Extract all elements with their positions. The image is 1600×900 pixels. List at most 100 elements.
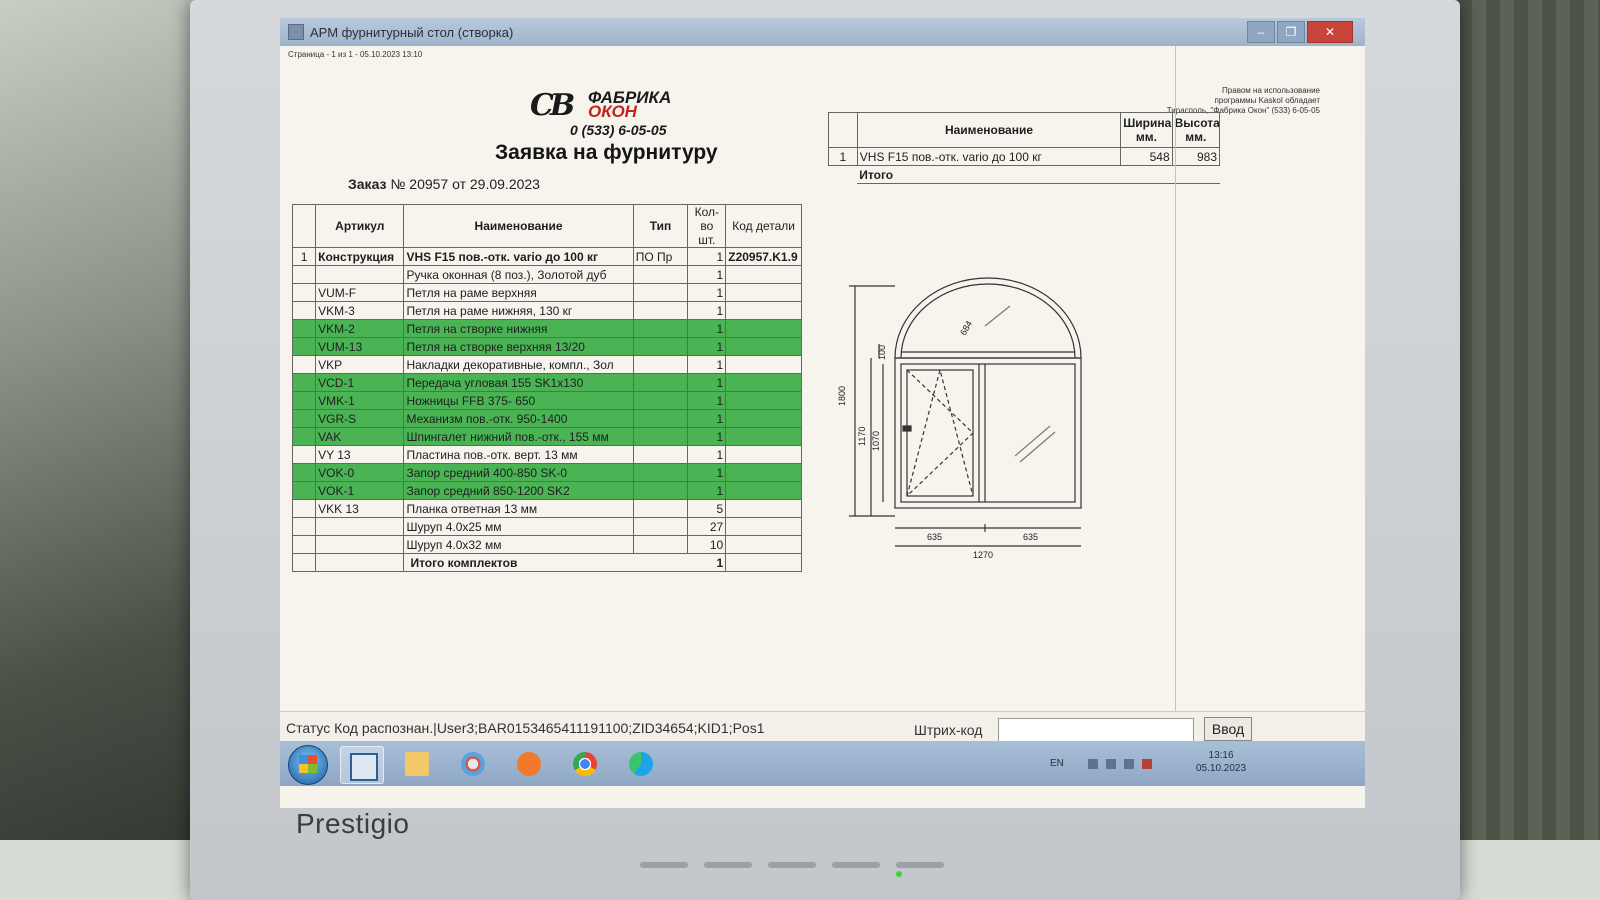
cell-article: VY 13	[315, 445, 405, 464]
cell-code	[725, 319, 802, 338]
taskbar-edge[interactable]	[620, 746, 662, 782]
cell-name: Механизм пов.-отк. 950-1400	[403, 409, 634, 428]
monitor-button-menu[interactable]	[832, 862, 880, 868]
cell-name: Петля на раме верхняя	[403, 283, 634, 302]
cell-qty: 1	[687, 373, 727, 392]
window-titlebar[interactable]: АРМ фурнитурный стол (створка) – ❐ ✕	[280, 18, 1365, 46]
taskbar-chrome[interactable]	[564, 746, 606, 782]
dim-100: 100	[877, 345, 887, 360]
maximize-button[interactable]: ❐	[1277, 21, 1305, 43]
cell-index	[291, 463, 317, 482]
monitor-brand: Prestigio	[296, 808, 410, 839]
parts-row: VOK-0 Запор средний 400-850 SK-0 1	[291, 463, 802, 482]
taskbar-paint[interactable]	[452, 746, 494, 782]
rt-header-width: Ширина мм.	[1120, 112, 1173, 148]
windows-logo-icon	[299, 755, 317, 773]
rt-width: 548	[1120, 147, 1173, 166]
cell-code	[725, 481, 802, 500]
cell-index	[291, 535, 317, 554]
taskbar: EN 13:16 05.10.2023	[280, 741, 1365, 786]
cell-article: VKM-3	[315, 301, 405, 320]
dim-1170: 1170	[857, 427, 867, 446]
cell-qty: 1	[687, 301, 727, 320]
cell-index	[291, 265, 317, 284]
taskbar-media-player[interactable]	[508, 746, 550, 782]
rt-height: 983	[1171, 147, 1221, 166]
construction-table: Наименование Ширина мм. Высота мм. 1 VHS…	[828, 112, 1221, 184]
cell-type	[632, 427, 689, 446]
cell-index	[291, 391, 317, 410]
cell-name: Петля на створке верхняя 13/20	[403, 337, 634, 356]
cell-type	[632, 337, 689, 356]
network-icon[interactable]	[1106, 759, 1116, 769]
cell-article: VOK-1	[315, 481, 405, 500]
cell-index	[291, 517, 317, 536]
clock-date: 05.10.2023	[1196, 763, 1247, 774]
dim-width-right: 635	[1023, 532, 1038, 542]
cell-article: VCD-1	[315, 373, 405, 392]
cell-type	[632, 265, 689, 284]
construction-total-row: Итого	[829, 165, 1220, 184]
cell-qty: 1	[687, 463, 727, 482]
cell-type	[632, 301, 689, 320]
cell-article: VOK-0	[315, 463, 405, 482]
cell-code	[725, 517, 802, 536]
barcode-label: Штрих-код	[914, 722, 983, 738]
cell-type	[632, 283, 689, 302]
monitor-button-power[interactable]	[896, 862, 944, 868]
header-code: Код детали	[725, 204, 802, 248]
close-button[interactable]: ✕	[1307, 21, 1353, 43]
cell-article	[315, 535, 405, 554]
enter-button[interactable]: Ввод	[1204, 717, 1252, 741]
cell-qty: 1	[687, 337, 727, 356]
dim-width-left: 635	[927, 532, 942, 542]
cell-name: Шпингалет нижний пов.-отк., 155 мм	[403, 427, 634, 446]
language-indicator[interactable]: EN	[1050, 758, 1064, 769]
cell-index	[291, 301, 317, 320]
cell-index	[291, 319, 317, 338]
parts-row: VKM-2 Петля на створке нижняя 1	[291, 319, 802, 338]
parts-row: VY 13 Пластина пов.-отк. верт. 13 мм 1	[291, 445, 802, 464]
window-drawing: 1800 1170 1070 100 684 635 635 1270	[837, 277, 1082, 560]
cell-name: Ножницы FFB 375- 650	[403, 391, 634, 410]
construction-header-row: Наименование Ширина мм. Высота мм.	[828, 112, 1221, 148]
cell-name: Запор средний 850-1200 SK2	[403, 481, 634, 500]
parts-row: Шуруп 4.0x32 мм 10	[291, 535, 802, 554]
status-text: Статус Код распознан.|User3;BAR015346541…	[286, 720, 765, 736]
document-title: Заявка на фурнитуру	[495, 141, 718, 164]
construction-row: 1 VHS F15 пов.-отк. vario до 100 кг 548 …	[828, 147, 1221, 166]
volume-muted-icon[interactable]	[1142, 759, 1152, 769]
taskbar-explorer[interactable]	[396, 746, 438, 782]
monitor-button-down[interactable]	[704, 862, 752, 868]
clock-time: 13:16	[1208, 750, 1234, 761]
monitor-button-auto[interactable]	[640, 862, 688, 868]
monitor-button-up[interactable]	[768, 862, 816, 868]
barcode-input[interactable]	[998, 718, 1194, 742]
document-edge	[1175, 46, 1176, 711]
flag-icon[interactable]	[1124, 759, 1134, 769]
cell-type	[632, 481, 689, 500]
parts-row: Ручка оконная (8 поз.), Золотой дуб 1	[291, 265, 802, 284]
cell-name: Шуруп 4.0x25 мм	[403, 517, 634, 536]
power-led	[896, 871, 902, 877]
taskbar-app-arm[interactable]	[340, 746, 384, 784]
parts-body: 1 Конструкция VHS F15 пов.-отк. vario до 1…	[291, 247, 802, 554]
cell-name: Передача угловая 155 SK1x130	[403, 373, 634, 392]
cell-code	[725, 427, 802, 446]
cell-code	[725, 283, 802, 302]
header-type: Тип	[632, 204, 689, 248]
cell-name: Шуруп 4.0x32 мм	[403, 535, 634, 554]
cell-name: Ручка оконная (8 поз.), Золотой дуб	[403, 265, 634, 284]
clock[interactable]: 13:16 05.10.2023	[1196, 749, 1246, 775]
tray-arrow-icon[interactable]	[1088, 759, 1098, 769]
cell-qty: 1	[687, 247, 727, 266]
dim-arc: 684	[958, 319, 974, 337]
cell-qty: 5	[687, 499, 727, 518]
cell-index	[291, 427, 317, 446]
minimize-button[interactable]: –	[1247, 21, 1275, 43]
monitor-controls	[640, 862, 944, 868]
cell-type	[632, 355, 689, 374]
media-player-icon	[517, 752, 541, 776]
cell-article: VKM-2	[315, 319, 405, 338]
start-button[interactable]	[288, 745, 328, 785]
